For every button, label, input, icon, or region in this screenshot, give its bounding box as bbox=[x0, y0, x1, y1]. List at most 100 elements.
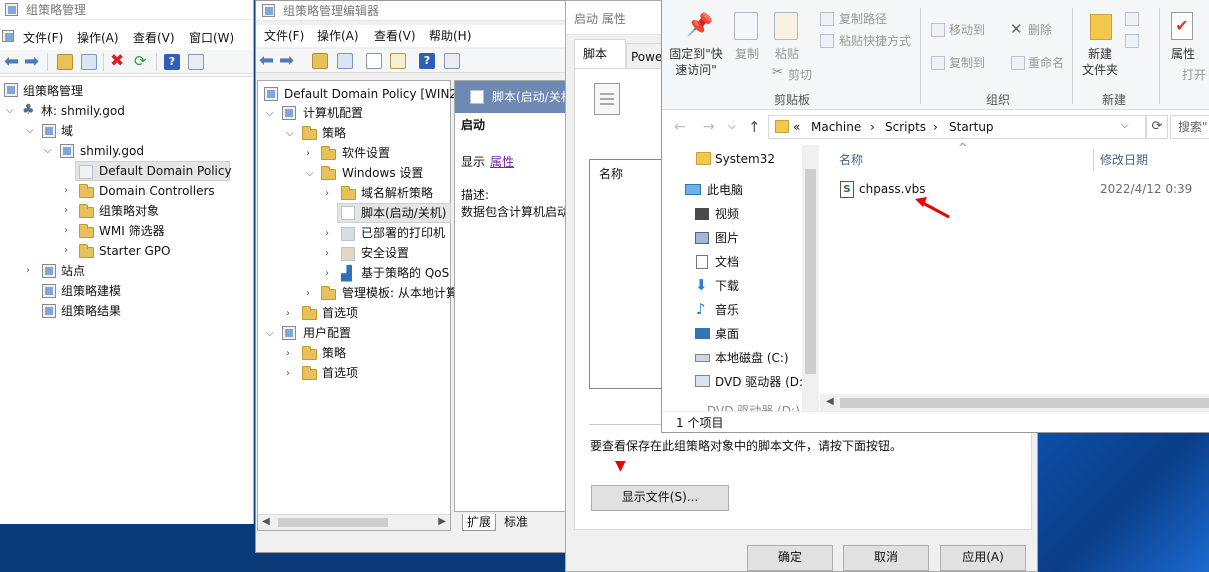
gpme-titlebar[interactable]: 组策略管理编辑器 bbox=[256, 1, 566, 21]
gpm-titlebar[interactable]: 组策略管理 bbox=[0, 0, 253, 20]
ok-button[interactable]: 确定 bbox=[747, 545, 833, 571]
help-icon[interactable]: ? bbox=[419, 53, 435, 69]
nav-downloads[interactable]: 下载 bbox=[715, 278, 739, 294]
collapsed-arrow-icon[interactable]: › bbox=[286, 308, 290, 320]
up-arrow-icon[interactable]: ↑ bbox=[748, 118, 761, 136]
address-dropdown-icon[interactable]: ⌵ bbox=[1121, 120, 1129, 131]
back-arrow-icon[interactable]: ← bbox=[674, 119, 686, 135]
gpme-tree-computer[interactable]: 计算机配置 bbox=[303, 105, 363, 121]
refresh-icon[interactable]: ⟳ bbox=[134, 52, 147, 70]
expand-arrow-icon[interactable]: ⌵ bbox=[306, 168, 314, 180]
help-icon[interactable]: ? bbox=[164, 54, 180, 70]
collapsed-arrow-icon[interactable]: › bbox=[325, 248, 329, 260]
collapsed-arrow-icon[interactable]: › bbox=[306, 148, 310, 160]
paste-button[interactable]: 粘贴 bbox=[772, 46, 802, 62]
gpm-tree-starter[interactable]: Starter GPO bbox=[99, 243, 170, 259]
gpm-tree-domains[interactable]: 域 bbox=[61, 123, 73, 139]
scripts-list-header[interactable]: 名称 bbox=[599, 166, 623, 182]
properties-button[interactable]: 属性 bbox=[1168, 46, 1198, 62]
show-tree-icon[interactable] bbox=[81, 54, 97, 70]
nav-desktop[interactable]: 桌面 bbox=[715, 326, 739, 342]
expand-arrow-icon[interactable]: ⌵ bbox=[266, 328, 274, 340]
gpm-menu-file[interactable]: 文件(F) bbox=[23, 30, 63, 46]
apply-button[interactable]: 应用(A) bbox=[940, 545, 1026, 571]
properties-pane-icon[interactable] bbox=[444, 53, 460, 69]
properties-link[interactable]: 属性 bbox=[490, 154, 514, 170]
gpm-tree-ddp[interactable]: Default Domain Policy bbox=[99, 163, 232, 179]
scripts-list[interactable]: 名称 bbox=[589, 159, 669, 389]
gpme-tree-admin[interactable]: 管理模板: 从本地计算 bbox=[342, 285, 458, 301]
nav-music[interactable]: 音乐 bbox=[715, 302, 739, 318]
move-to-button[interactable]: 移动到 bbox=[949, 22, 985, 38]
crumb-scripts[interactable]: Scripts bbox=[885, 119, 926, 135]
paste-shortcut-button[interactable]: 粘贴快捷方式 bbox=[839, 33, 911, 49]
gpme-menu-action[interactable]: 操作(A) bbox=[317, 28, 359, 44]
gpme-tree-user[interactable]: 用户配置 bbox=[303, 325, 351, 341]
gpme-tree-scripts[interactable]: 脚本(启动/关机) bbox=[361, 205, 446, 221]
back-icon[interactable]: ⬅ bbox=[259, 50, 274, 71]
gpme-tree-hscrollbar[interactable]: ◀ ▶ bbox=[258, 514, 450, 530]
gpm-menu-window[interactable]: 窗口(W) bbox=[189, 30, 234, 46]
back-icon[interactable]: ⬅ bbox=[4, 51, 19, 72]
nav-this-pc[interactable]: 此电脑 bbox=[707, 182, 743, 198]
recent-dropdown-icon[interactable]: ⌵ bbox=[728, 121, 736, 132]
gpme-tree-software[interactable]: 软件设置 bbox=[342, 145, 390, 161]
collapsed-arrow-icon[interactable]: › bbox=[325, 268, 329, 280]
nav-system32[interactable]: System32 bbox=[715, 151, 775, 167]
collapsed-arrow-icon[interactable]: › bbox=[64, 225, 68, 237]
forward-icon[interactable]: ➡ bbox=[24, 51, 39, 72]
nav-documents[interactable]: 文档 bbox=[715, 254, 739, 270]
gpme-tree-qos[interactable]: 基于策略的 QoS bbox=[361, 265, 449, 281]
gpm-tree-results[interactable]: 组策略结果 bbox=[61, 303, 121, 319]
gpm-tree-sites[interactable]: 站点 bbox=[61, 263, 85, 279]
nav-dvd-2[interactable]: DVD 驱动器 (D:) bbox=[707, 403, 800, 411]
properties-pane-icon[interactable] bbox=[188, 54, 204, 70]
gpme-tree-prefs[interactable]: 首选项 bbox=[322, 305, 358, 321]
show-files-button[interactable]: 显示文件(S)... bbox=[591, 485, 729, 511]
gpme-tree-user-policies[interactable]: 策略 bbox=[322, 345, 346, 361]
scrollbar-thumb[interactable] bbox=[840, 398, 1209, 408]
copy-to-button[interactable]: 复制到 bbox=[949, 55, 985, 71]
pin-quick-access-button[interactable]: 固定到"快 速访问" bbox=[668, 46, 724, 78]
show-tree-icon[interactable] bbox=[337, 53, 353, 69]
gpm-tree-domain[interactable]: shmily.god bbox=[80, 143, 144, 159]
crumb-machine[interactable]: Machine bbox=[811, 119, 861, 135]
gpme-tree-windows[interactable]: Windows 设置 bbox=[342, 165, 423, 181]
collapsed-arrow-icon[interactable]: › bbox=[325, 228, 329, 240]
gpm-tree-forest[interactable]: 林: shmily.god bbox=[41, 103, 125, 119]
expand-arrow-icon[interactable]: ⌵ bbox=[44, 145, 52, 157]
rename-button[interactable]: 重命名 bbox=[1028, 55, 1064, 71]
scroll-left-icon[interactable]: ◀ bbox=[826, 396, 834, 407]
crumb-startup[interactable]: Startup bbox=[949, 119, 994, 135]
up-folder-icon[interactable] bbox=[57, 54, 73, 70]
cancel-button[interactable]: 取消 bbox=[843, 545, 929, 571]
gpme-tree-printers[interactable]: 已部署的打印机 bbox=[361, 225, 445, 241]
collapsed-arrow-icon[interactable]: › bbox=[64, 185, 68, 197]
tab-extended[interactable]: 扩展 bbox=[462, 514, 497, 531]
collapsed-arrow-icon[interactable]: › bbox=[64, 205, 68, 217]
copy-button[interactable]: 复制 bbox=[732, 46, 762, 62]
new-folder-button[interactable]: 新建 文件夹 bbox=[1078, 46, 1122, 78]
scrollbar-thumb[interactable] bbox=[278, 518, 388, 527]
expand-arrow-icon[interactable]: ⌵ bbox=[266, 108, 274, 120]
column-modified[interactable]: 修改日期 bbox=[1100, 152, 1148, 168]
gpm-tree-modeling[interactable]: 组策略建模 bbox=[61, 283, 121, 299]
gpm-tree-gpo[interactable]: 组策略对象 bbox=[99, 203, 159, 219]
address-overflow[interactable]: « bbox=[793, 119, 800, 135]
forward-icon[interactable]: ➡ bbox=[279, 50, 294, 71]
tab-scripts[interactable]: 脚本 bbox=[574, 39, 626, 69]
open-button[interactable]: 打开 bbox=[1182, 67, 1206, 83]
collapsed-arrow-icon[interactable]: › bbox=[286, 348, 290, 360]
gpm-menu-view[interactable]: 查看(V) bbox=[133, 30, 175, 46]
collapsed-arrow-icon[interactable]: › bbox=[325, 188, 329, 200]
address-bar[interactable]: « Machine › Scripts › Startup ⌵ bbox=[768, 115, 1146, 139]
collapsed-arrow-icon[interactable]: › bbox=[306, 288, 310, 300]
gpme-menu-view[interactable]: 查看(V) bbox=[374, 28, 416, 44]
file-list-hscrollbar[interactable]: ◀ bbox=[820, 394, 1209, 411]
gpme-tree-security[interactable]: 安全设置 bbox=[361, 245, 409, 261]
copy-path-button[interactable]: 复制路径 bbox=[839, 11, 887, 27]
gpm-tree-dc[interactable]: Domain Controllers bbox=[99, 183, 215, 199]
expand-arrow-icon[interactable]: ⌵ bbox=[286, 128, 294, 140]
search-box[interactable]: 搜索" bbox=[1170, 115, 1209, 139]
nav-local-disk[interactable]: 本地磁盘 (C:) bbox=[715, 350, 789, 366]
